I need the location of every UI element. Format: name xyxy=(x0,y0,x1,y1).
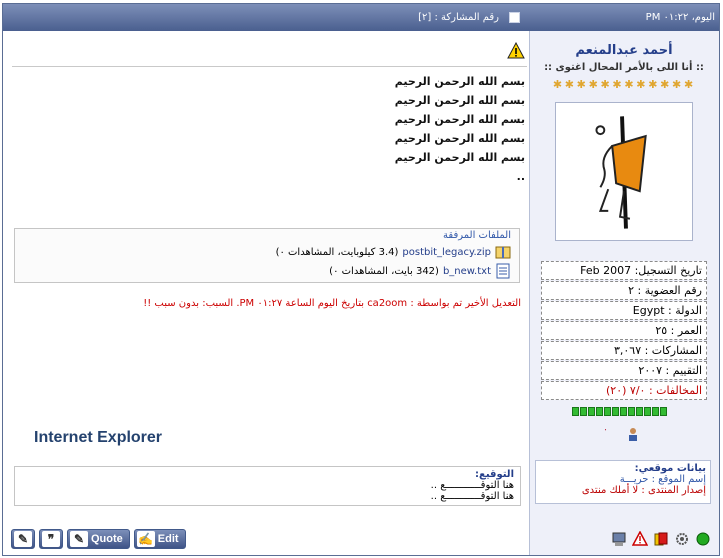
user-info-list: تاريخ التسجيل: Feb 2007 رقم العضوية : ٢ ال… xyxy=(541,261,707,401)
signature-line: هنا التوقــــــــــــع .. xyxy=(430,480,514,491)
attachments-heading: الملفات المرفقة xyxy=(443,230,511,241)
edit-note: التعديل الأخير تم بواسطة : ca2oom بتاريخ… xyxy=(143,298,521,309)
post-line: .. xyxy=(516,170,525,183)
reputation-pip xyxy=(580,407,587,416)
post-frame: رقم المشاركة : [٢] اليوم، ٠١:٢٢ PM أحمد … xyxy=(2,3,720,556)
post-header-bar: رقم المشاركة : [٢] اليوم، ٠١:٢٢ PM xyxy=(3,4,719,31)
svg-text:Y!: Y! xyxy=(605,428,607,442)
reputation-pip xyxy=(572,407,579,416)
reputation-pip xyxy=(644,407,651,416)
user-info-row: التقييم : ٢٠٠٧ xyxy=(541,361,707,380)
post-content: بسم الله الرحمن الرحيم بسم الله الرحمن ال… xyxy=(3,31,529,555)
forum-version: إصدار المنتدى : لا أملك منتدى xyxy=(581,485,706,496)
avatar-image xyxy=(595,116,647,229)
username-link[interactable]: أحمد عبدالمنعم xyxy=(529,43,719,58)
post-number: رقم المشاركة : [٢] xyxy=(418,4,528,31)
rank-star-icon: ✱ xyxy=(624,78,634,91)
edit-button[interactable]: ✍ Edit xyxy=(133,529,186,549)
reputation-pip xyxy=(604,407,611,416)
reputation-pip xyxy=(612,407,619,416)
user-title: :: أنا اللى بالأمر المحال اغتوى :: xyxy=(544,62,704,73)
post-date: اليوم، ٠١:٢٢ PM xyxy=(645,12,715,23)
pencil-icon: ✎ xyxy=(14,531,32,547)
attachments-box: الملفات المرفقة postbit_legacy.zip (3.4 … xyxy=(14,228,520,283)
user-sidebar: أحمد عبدالمنعم :: أنا اللى بالأمر المحال… xyxy=(529,31,719,555)
rank-star-icon: ✱ xyxy=(576,78,586,91)
attachment-row: b_new.txt (342 بايت، المشاهدات ٠) xyxy=(23,263,511,279)
attachment-row: postbit_legacy.zip (3.4 كيلوبايت، المشاه… xyxy=(23,244,511,260)
rank-star-icon: ✱ xyxy=(600,78,610,91)
post-line: بسم الله الرحمن الرحيم xyxy=(394,132,525,145)
user-profile-icon[interactable] xyxy=(625,426,641,442)
quote-button[interactable]: ✎ Quote xyxy=(67,529,130,549)
edit-button-label: Edit xyxy=(157,533,179,545)
rank-star-icon: ✱ xyxy=(564,78,574,91)
user-info-row: تاريخ التسجيل: Feb 2007 xyxy=(541,261,707,280)
quick-edit-button[interactable]: ✎ xyxy=(11,529,35,549)
rank-star-icon: ✱ xyxy=(648,78,658,91)
signature-line: هنا التوقــــــــــــع .. xyxy=(430,491,514,502)
location-heading: بيانات موقعي: xyxy=(634,463,706,474)
warning-card-icon[interactable] xyxy=(653,531,669,547)
post-line: بسم الله الرحمن الرحيم xyxy=(394,113,525,126)
attachment-info: (342 بايت، المشاهدات ٠) xyxy=(329,265,439,277)
user-info-row: رقم العضوية : ٢ xyxy=(541,281,707,300)
quote-icon: ✎ xyxy=(70,531,88,547)
post-action-buttons: ✎ ❞ ✎ Quote ✍ Edit xyxy=(11,529,186,549)
quote-button-label: Quote xyxy=(91,533,123,545)
post-line: بسم الله الرحمن الرحيم xyxy=(394,75,525,88)
avatar xyxy=(555,102,693,241)
reputation-bar xyxy=(572,407,667,416)
text-file-icon xyxy=(495,263,511,279)
multi-quote-button[interactable]: ❞ xyxy=(39,529,63,549)
user-info-row: الدولة : Egypt xyxy=(541,301,707,320)
user-info-row: المخالفات : ٧/٠ (٢٠) xyxy=(541,381,707,400)
site-name[interactable]: إسم الموقع : حريـــة xyxy=(540,474,706,485)
ie-label: Internet Explorer xyxy=(34,429,163,446)
attachment-link[interactable]: postbit_legacy.zip xyxy=(402,247,491,258)
post-number-label: رقم المشاركة : [٢] xyxy=(418,12,499,23)
warning-icon xyxy=(507,41,525,60)
rank-star-icon: ✱ xyxy=(588,78,598,91)
report-icon[interactable] xyxy=(631,530,649,547)
reputation-pip xyxy=(628,407,635,416)
select-post-checkbox[interactable] xyxy=(509,12,520,23)
post-line: بسم الله الرحمن الرحيم xyxy=(394,94,525,107)
user-info-row: العمر : ٢٥ xyxy=(541,321,707,340)
post-line: بسم الله الرحمن الرحيم xyxy=(394,151,525,164)
rank-star-icon: ✱ xyxy=(636,78,646,91)
post-body: بسم الله الرحمن الرحيم بسم الله الرحمن ال… xyxy=(15,72,525,186)
signature-box: التوقيع: هنا التوقــــــــــــع .. هنا ا… xyxy=(14,466,521,506)
signature-heading: التوقيع: xyxy=(475,469,514,480)
reputation-pip xyxy=(636,407,643,416)
computer-icon[interactable] xyxy=(611,531,627,547)
messenger-icons: Y! xyxy=(591,426,641,443)
edit-icon: ✍ xyxy=(136,531,155,547)
gear-icon[interactable] xyxy=(674,531,690,547)
user-info-row: المشاركات : ٣,٠٦٧ xyxy=(541,341,707,360)
yahoo-messenger-icon[interactable]: Y! xyxy=(591,426,621,443)
location-box: بيانات موقعي: إسم الموقع : حريـــة إصدار… xyxy=(535,460,711,504)
quote-plus-icon: ❞ xyxy=(42,531,60,547)
user-status-icons xyxy=(611,530,711,547)
reputation-pip xyxy=(660,407,667,416)
attachment-info: (3.4 كيلوبايت، المشاهدات ٠) xyxy=(275,246,399,258)
user-rank-stars: ✱ ✱ ✱ ✱ ✱ ✱ ✱ ✱ ✱ ✱ ✱ ✱ xyxy=(552,79,694,91)
zip-file-icon xyxy=(495,244,511,260)
rank-star-icon: ✱ xyxy=(683,78,694,91)
reputation-pip xyxy=(652,407,659,416)
attachment-link[interactable]: b_new.txt xyxy=(443,266,491,277)
rank-star-icon: ✱ xyxy=(552,78,563,91)
online-status-icon xyxy=(695,531,711,547)
reputation-pip xyxy=(596,407,603,416)
rank-star-icon: ✱ xyxy=(672,78,682,91)
rank-star-icon: ✱ xyxy=(612,78,622,91)
rank-star-icon: ✱ xyxy=(660,78,670,91)
title-divider xyxy=(12,66,527,67)
reputation-pip xyxy=(588,407,595,416)
reputation-pip xyxy=(620,407,627,416)
